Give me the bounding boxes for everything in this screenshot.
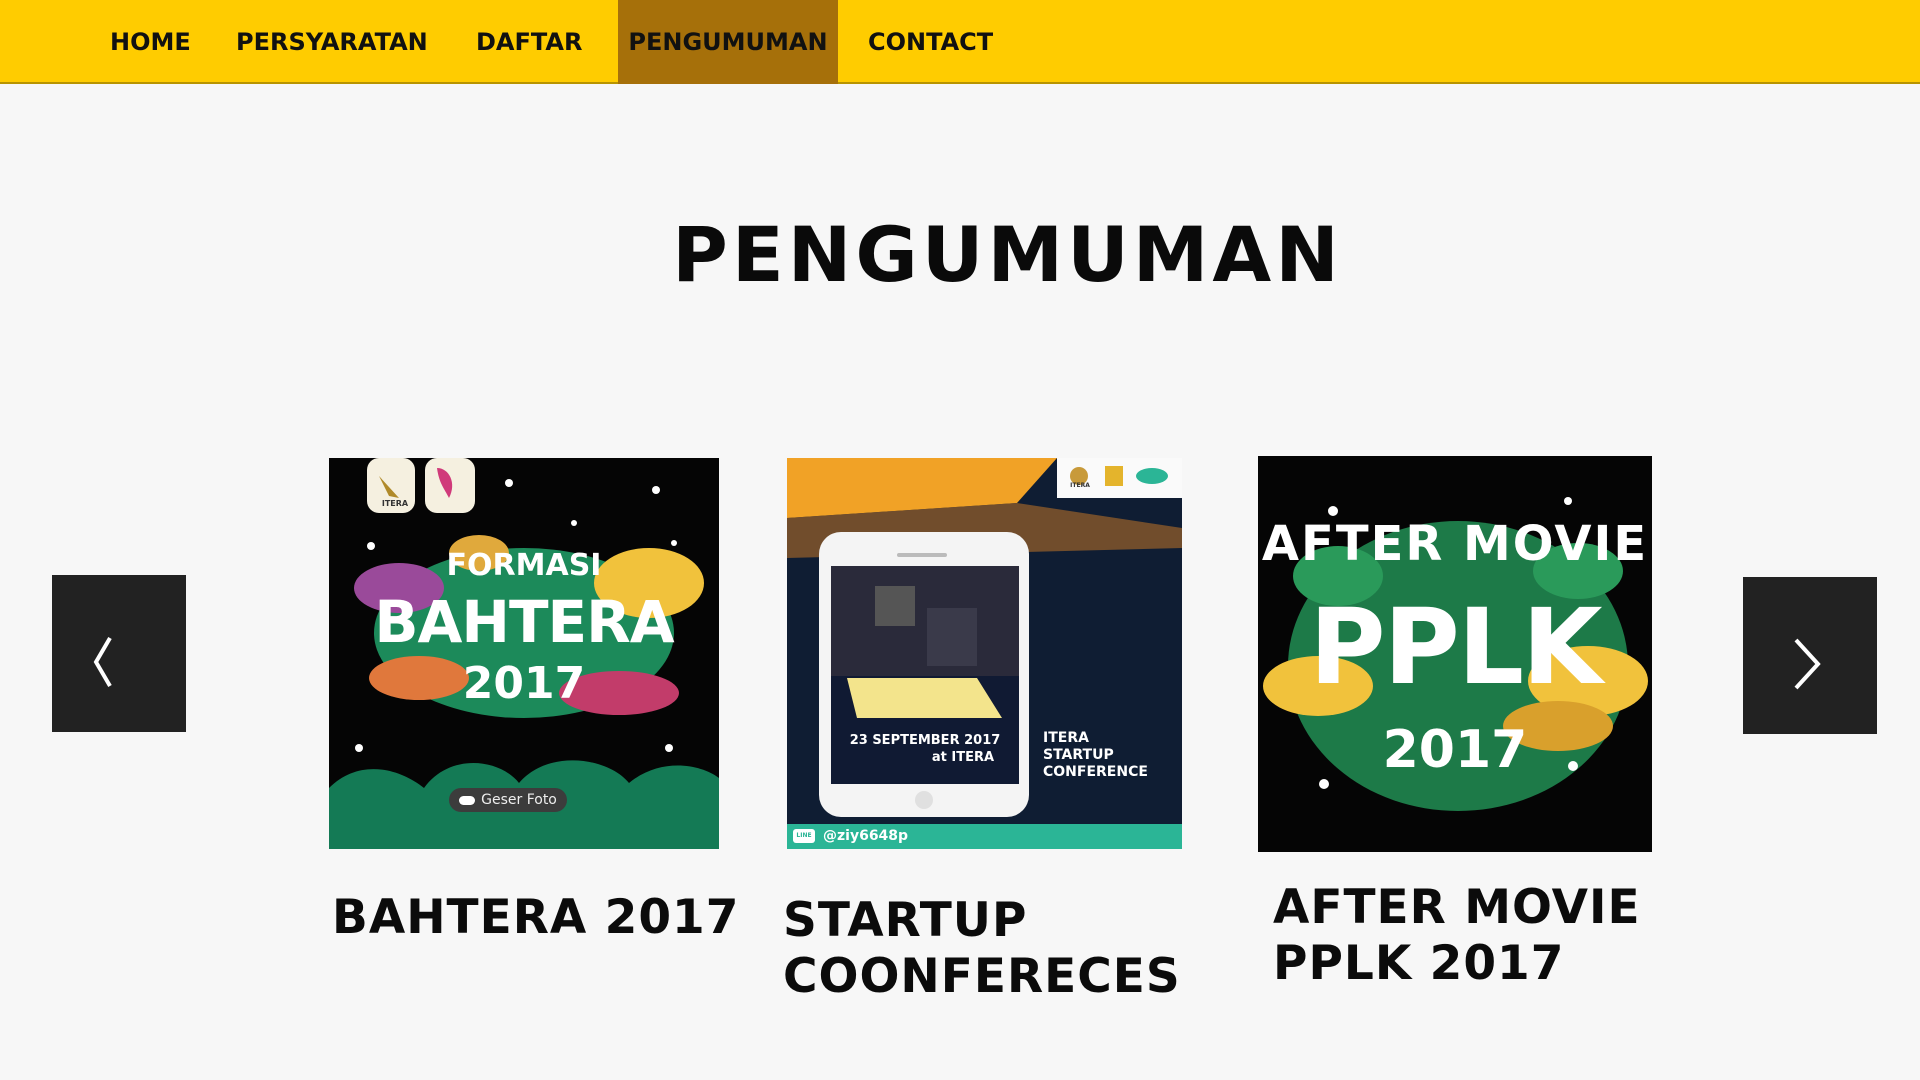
- card-image-bahtera[interactable]: FORMASI BAHTERA 2017 ITERA Geser Foto: [329, 458, 719, 849]
- chevron-right-icon: [1794, 638, 1821, 690]
- nav-pengumuman[interactable]: PENGUMUMAN: [618, 0, 838, 84]
- card-image-aftermovie[interactable]: AFTER MOVIE PPLK 2017: [1258, 456, 1652, 852]
- geser-foto-pill: Geser Foto: [449, 788, 567, 812]
- page-title: PENGUMUMAN: [672, 210, 1343, 299]
- poster-event-3: CONFERENCE: [1043, 764, 1148, 780]
- nav-persyaratan[interactable]: PERSYARATAN: [236, 0, 428, 84]
- card-title-startup-line2: COONFERECES: [783, 949, 1181, 1004]
- carousel-prev-button[interactable]: [52, 575, 186, 732]
- card-title-aftermovie[interactable]: AFTER MOVIE PPLK 2017: [1273, 880, 1641, 992]
- nav-home[interactable]: HOME: [110, 0, 191, 84]
- poster-event-1: ITERA: [1043, 730, 1089, 746]
- geser-foto-label: Geser Foto: [481, 792, 557, 808]
- toggle-icon: [459, 795, 476, 805]
- poster-venue: at ITERA: [931, 750, 995, 765]
- card-title-startup[interactable]: STARTUP COONFERECES: [783, 893, 1181, 1005]
- poster-text-year: 2017: [462, 658, 586, 709]
- poster-text-aftermovie: AFTER MOVIE: [1261, 516, 1649, 572]
- nav-daftar[interactable]: DAFTAR: [476, 0, 582, 84]
- line-badge: LINE: [796, 832, 812, 839]
- card-title-aftermovie-line2: PPLK 2017: [1273, 936, 1565, 991]
- poster-text-bahtera: BAHTERA: [374, 588, 674, 656]
- nav-contact[interactable]: CONTACT: [868, 0, 993, 84]
- itera-logo-text: ITERA: [381, 499, 409, 508]
- card-image-startup[interactable]: 23 SEPTEMBER 2017 at ITERA ITERA STARTUP…: [787, 458, 1182, 849]
- poster-text-pplk: PPLK: [1309, 586, 1602, 708]
- poster-event-2: STARTUP: [1043, 747, 1114, 763]
- top-navbar: HOME PERSYARATAN DAFTAR PENGUMUMAN CONTA…: [0, 0, 1920, 84]
- card-title-bahtera[interactable]: BAHTERA 2017: [332, 890, 739, 946]
- poster-text-year: 2017: [1382, 720, 1528, 780]
- poster-text-formasi: FORMASI: [446, 548, 602, 583]
- startup-poster-art: [787, 458, 1182, 849]
- card-title-aftermovie-line1: AFTER MOVIE: [1273, 880, 1641, 935]
- poster-date: 23 SEPTEMBER 2017: [849, 733, 1001, 748]
- poster-contact: @ziy6648p: [823, 828, 909, 844]
- carousel-next-button[interactable]: [1743, 577, 1877, 734]
- chevron-left-icon: [93, 636, 112, 688]
- itera-logo-text: ITERA: [1070, 482, 1090, 489]
- card-title-startup-line1: STARTUP: [783, 893, 1028, 948]
